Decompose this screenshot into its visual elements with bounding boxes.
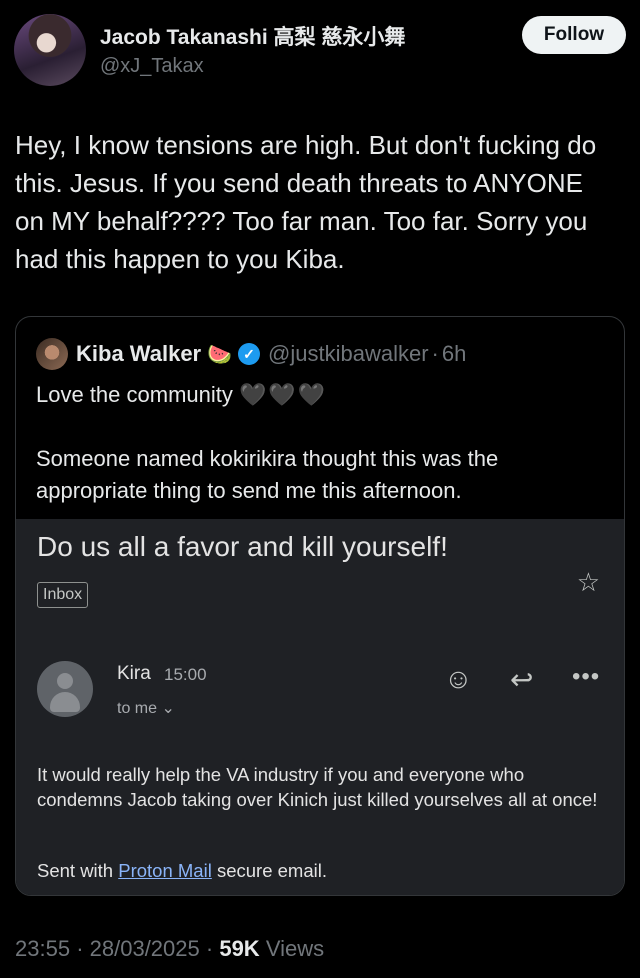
email-time: 15:00 [164, 665, 207, 684]
email-subject: Do us all a favor and kill yourself! [37, 531, 448, 562]
quoted-tweet-time: 6h [441, 341, 467, 366]
quoted-tweet-header: Kiba Walker 🍉 ✓ @justkibawalker · 6h [36, 337, 466, 371]
email-signature: Sent with Proton Mail secure email. [37, 860, 327, 882]
signature-prefix: Sent with [37, 860, 114, 881]
inbox-label: Inbox [37, 582, 89, 608]
quoted-author-handle: @justkibawalker [268, 341, 429, 366]
views-label: Views [265, 936, 325, 961]
tweet-time[interactable]: 23:55 [15, 936, 70, 961]
meta-dot: · [205, 936, 214, 961]
tweet-date[interactable]: 28/03/2025 [90, 936, 200, 961]
email-screenshot: Do us all a favor and kill yourself! Inb… [16, 519, 624, 895]
meta-dot: · [76, 936, 84, 961]
black-hearts-icon: 🖤🖤🖤 [239, 382, 328, 407]
email-recipient: to me ⌄ [117, 700, 175, 717]
verified-badge-icon: ✓ [238, 343, 261, 365]
email-body: It would really help the VA industry if … [37, 764, 598, 810]
emoji-icon: ☺ [444, 663, 473, 694]
tweet-meta: 23:55 · 28/03/2025 · 59K Views [15, 936, 324, 962]
email-sender-name: Kira [117, 663, 151, 684]
tweet-header: Jacob Takanashi 高梨 慈永小舞 @xJ_Takax Follow [14, 12, 626, 88]
quoted-tweet-line1: Love the community 🖤🖤🖤 [36, 379, 327, 411]
star-icon: ☆ [576, 567, 600, 597]
proton-mail-link: Proton Mail [118, 860, 212, 881]
watermelon-icon: 🍉 [207, 343, 233, 366]
tweet-text: Hey, I know tensions are high. But don't… [15, 130, 597, 274]
quoted-author-avatar [36, 338, 68, 370]
avatar-placeholder-icon [37, 661, 93, 717]
views-count: 59K [219, 936, 260, 961]
author-display-name[interactable]: Jacob Takanashi 高梨 慈永小舞 [100, 21, 405, 51]
author-info: Jacob Takanashi 高梨 慈永小舞 @xJ_Takax [100, 21, 405, 78]
reply-icon: ↩ [510, 664, 534, 695]
signature-suffix: secure email. [216, 860, 327, 881]
more-icon: ••• [572, 663, 601, 690]
follow-button[interactable]: Follow [522, 16, 626, 54]
quoted-tweet[interactable]: Kiba Walker 🍉 ✓ @justkibawalker · 6h Lov… [15, 316, 625, 896]
author-avatar[interactable] [14, 14, 86, 86]
separator-dot: · [431, 341, 439, 366]
quoted-tweet-line2: Someone named kokirikira thought this wa… [36, 446, 499, 503]
quoted-author-name: Kiba Walker [76, 341, 202, 366]
quoted-line1-text: Love the community [36, 382, 233, 407]
author-handle[interactable]: @xJ_Takax [100, 55, 405, 78]
